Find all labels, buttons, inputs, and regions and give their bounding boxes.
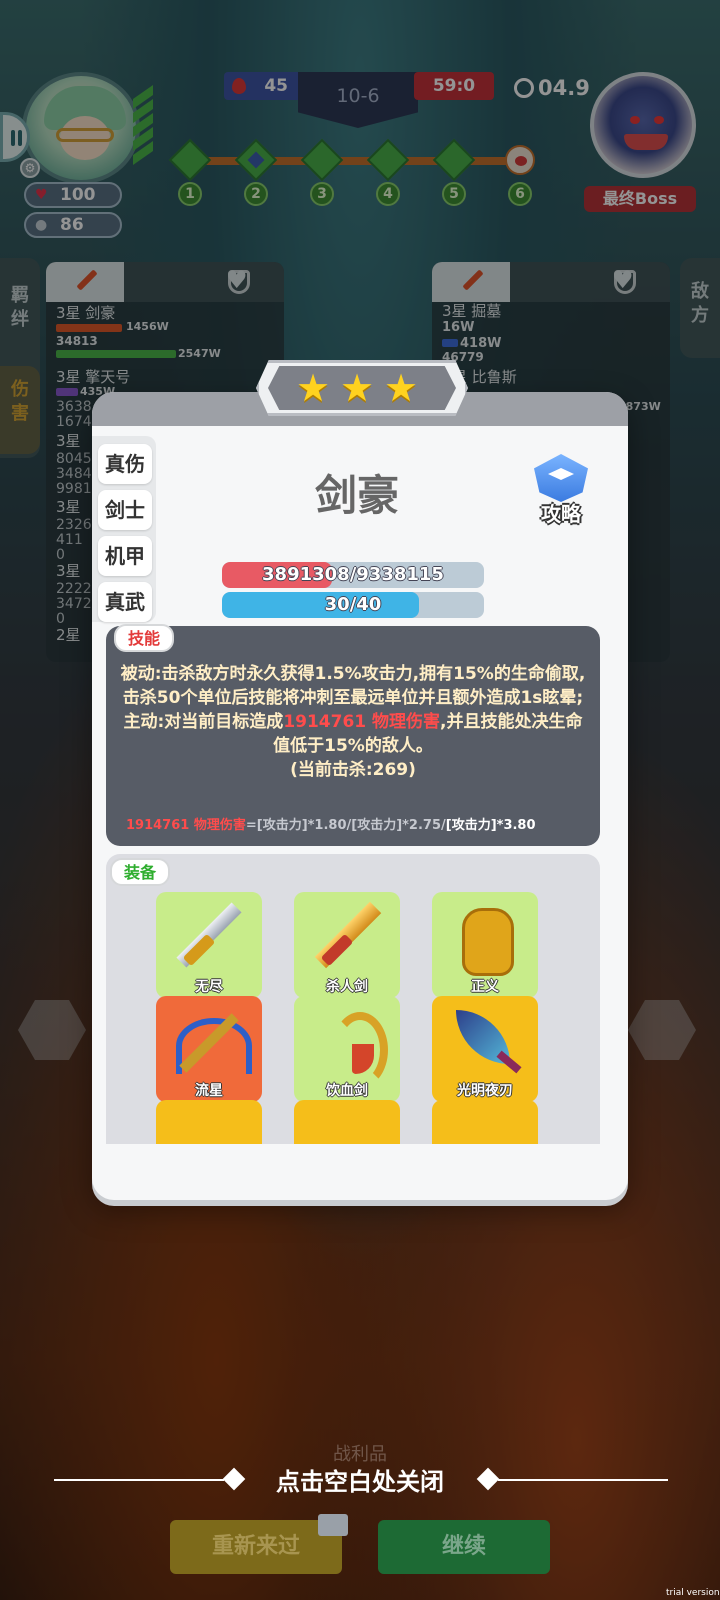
equip-label: 流星 bbox=[195, 1083, 223, 1099]
equip-tag: 装备 bbox=[110, 858, 171, 886]
hp-text: 3891308/9338115 bbox=[262, 564, 444, 585]
trait-tab[interactable]: 真武 bbox=[98, 582, 152, 622]
close-hint: 点击空白处关闭 bbox=[276, 1468, 444, 1496]
skill-active: 主动:对当前目标造成1914761 物理伤害,并且技能处决生命值低于15%的敌人… bbox=[120, 710, 586, 758]
gauntlet-icon bbox=[446, 900, 524, 978]
equip-label: 光明夜刃 bbox=[457, 1083, 513, 1099]
gold-sword-icon bbox=[308, 900, 386, 978]
equip-item[interactable]: 杀人剑 bbox=[294, 892, 400, 998]
equip-item[interactable] bbox=[294, 1100, 400, 1144]
graduation-cap-icon bbox=[534, 454, 588, 502]
equip-label: 杀人剑 bbox=[326, 979, 368, 995]
equipment-section: 装备 无尽 杀人剑 正义 流星 饮血剑 光明夜刃 bbox=[106, 854, 600, 1144]
equip-item[interactable] bbox=[432, 1100, 538, 1144]
star-rating-banner: ★ ★ ★ bbox=[256, 360, 468, 416]
curved-blade-icon bbox=[446, 1004, 524, 1082]
video-ad-icon bbox=[318, 1514, 348, 1536]
silver-sword-icon bbox=[170, 900, 248, 978]
equip-item[interactable]: 饮血剑 bbox=[294, 996, 400, 1102]
skill-active-damage: 1914761 物理伤害 bbox=[283, 712, 441, 732]
retry-label: 重新来过 bbox=[211, 1534, 300, 1559]
equip-item[interactable]: 正义 bbox=[432, 892, 538, 998]
guide-button[interactable]: 攻略 bbox=[528, 454, 594, 526]
equip-item[interactable]: 无尽 bbox=[156, 892, 262, 998]
trait-tab[interactable]: 剑士 bbox=[98, 490, 152, 530]
guide-label: 攻略 bbox=[541, 502, 581, 526]
equip-item[interactable]: 流星 bbox=[156, 996, 262, 1102]
formula-damage: 1914761 物理伤害 bbox=[126, 818, 246, 833]
star-icon: ★ bbox=[340, 366, 375, 410]
hp-bar: 3891308/9338115 bbox=[222, 562, 484, 588]
skill-section: 技能 被动:击杀敌方时永久获得1.5%攻击力,拥有15%的生命偷取,击杀50个单… bbox=[106, 624, 600, 846]
trait-tab[interactable]: 真伤 bbox=[98, 444, 152, 484]
formula-mid: =[攻击力]*1.80/[攻击力]*2.75/ bbox=[245, 818, 446, 833]
skill-formula: 1914761 物理伤害=[攻击力]*1.80/[攻击力]*2.75/[攻击力]… bbox=[126, 814, 592, 833]
retry-button[interactable]: 重新来过 bbox=[170, 1514, 348, 1574]
equip-label: 饮血剑 bbox=[326, 1083, 368, 1099]
equip-item[interactable]: 光明夜刃 bbox=[432, 996, 538, 1102]
mana-bar: 30/40 bbox=[222, 592, 484, 618]
trait-tabs: 真伤 剑士 机甲 真武 bbox=[92, 436, 156, 622]
equip-item[interactable] bbox=[156, 1100, 262, 1144]
skill-kills: (当前击杀:269) bbox=[290, 760, 416, 780]
hero-detail-modal: ★ ★ ★ 真伤 剑士 机甲 真武 剑豪 攻略 3891308/9338115 … bbox=[92, 360, 628, 1200]
skill-passive: 被动:击杀敌方时永久获得1.5%攻击力,拥有15%的生命偷取,击杀50个单位后技… bbox=[120, 664, 586, 708]
star-icon: ★ bbox=[296, 366, 331, 410]
bow-icon bbox=[170, 1004, 252, 1082]
skill-description: 被动:击杀敌方时永久获得1.5%攻击力,拥有15%的生命偷取,击杀50个单位后技… bbox=[120, 662, 586, 782]
equip-label: 无尽 bbox=[195, 979, 223, 995]
skill-active-prefix: 主动:对当前目标造成 bbox=[123, 712, 284, 732]
hero-name: 剑豪 bbox=[314, 471, 399, 520]
equip-label: 正义 bbox=[471, 979, 499, 995]
skill-tag: 技能 bbox=[114, 624, 175, 652]
scythe-icon bbox=[308, 1004, 388, 1088]
trial-watermark: trial version bbox=[666, 1588, 720, 1598]
star-icon: ★ bbox=[384, 366, 419, 410]
formula-end: [攻击力]*3.80 bbox=[445, 818, 536, 833]
continue-button[interactable]: 继续 bbox=[378, 1520, 550, 1574]
trait-tab[interactable]: 机甲 bbox=[98, 536, 152, 576]
mana-text: 30/40 bbox=[324, 594, 382, 615]
